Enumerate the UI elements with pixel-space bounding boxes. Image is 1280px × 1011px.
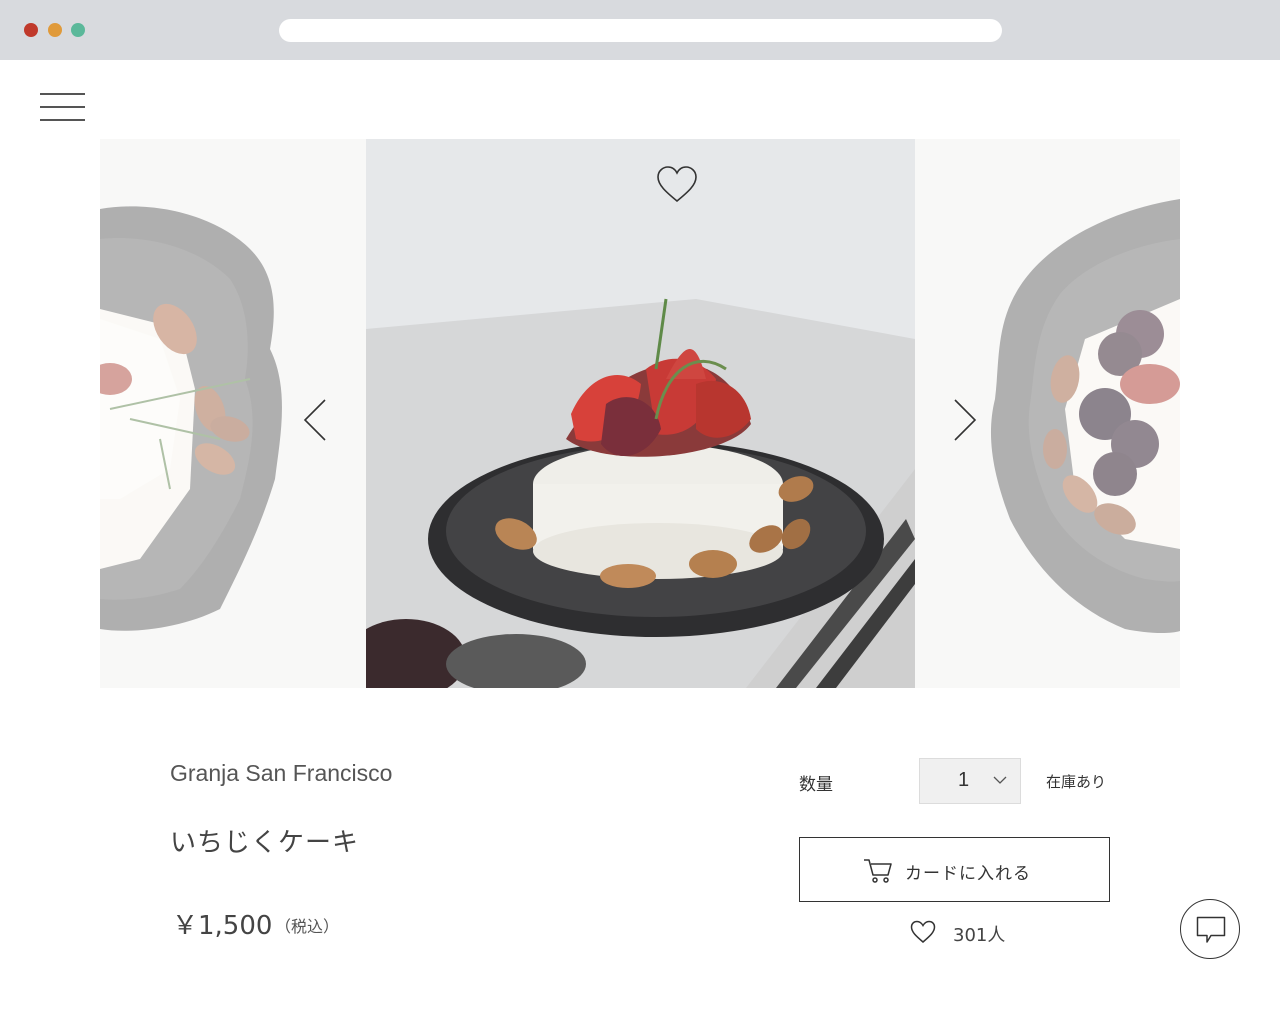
address-bar[interactable] <box>279 19 1002 42</box>
product-name: いちじくケーキ <box>170 828 360 858</box>
menu-line <box>40 93 85 95</box>
likes-count: 301人 <box>953 925 1006 946</box>
hamburger-menu-icon[interactable] <box>40 93 85 123</box>
menu-line <box>40 106 85 108</box>
add-to-cart-label: カードに入れる <box>905 864 1031 884</box>
add-to-cart-button[interactable]: カードに入れる <box>799 837 1110 902</box>
chevron-left-icon[interactable] <box>300 397 330 443</box>
chevron-right-icon[interactable] <box>950 397 980 443</box>
window-maximize-dot[interactable] <box>71 23 85 37</box>
browser-chrome <box>0 0 1280 60</box>
favorite-heart-icon[interactable] <box>656 165 698 205</box>
product-image-carousel <box>100 139 1180 688</box>
menu-line <box>40 119 85 121</box>
like-heart-icon[interactable] <box>910 920 936 944</box>
chat-button[interactable] <box>1180 899 1240 959</box>
quantity-select[interactable]: 1 <box>919 758 1021 804</box>
window-close-dot[interactable] <box>24 23 38 37</box>
quantity-label: 数量 <box>799 775 833 795</box>
product-brand: Granja San Francisco <box>170 760 393 786</box>
shopping-cart-icon <box>864 859 892 883</box>
stock-status: 在庫あり <box>1046 773 1107 791</box>
chat-bubble-icon <box>1196 916 1226 943</box>
window-minimize-dot[interactable] <box>48 23 62 37</box>
chevron-down-icon <box>993 776 1007 784</box>
carousel-slide-active[interactable] <box>366 139 915 688</box>
quantity-value: 1 <box>958 769 970 791</box>
product-price: ￥1,500 <box>172 911 273 941</box>
tax-note: （税込） <box>275 917 340 936</box>
